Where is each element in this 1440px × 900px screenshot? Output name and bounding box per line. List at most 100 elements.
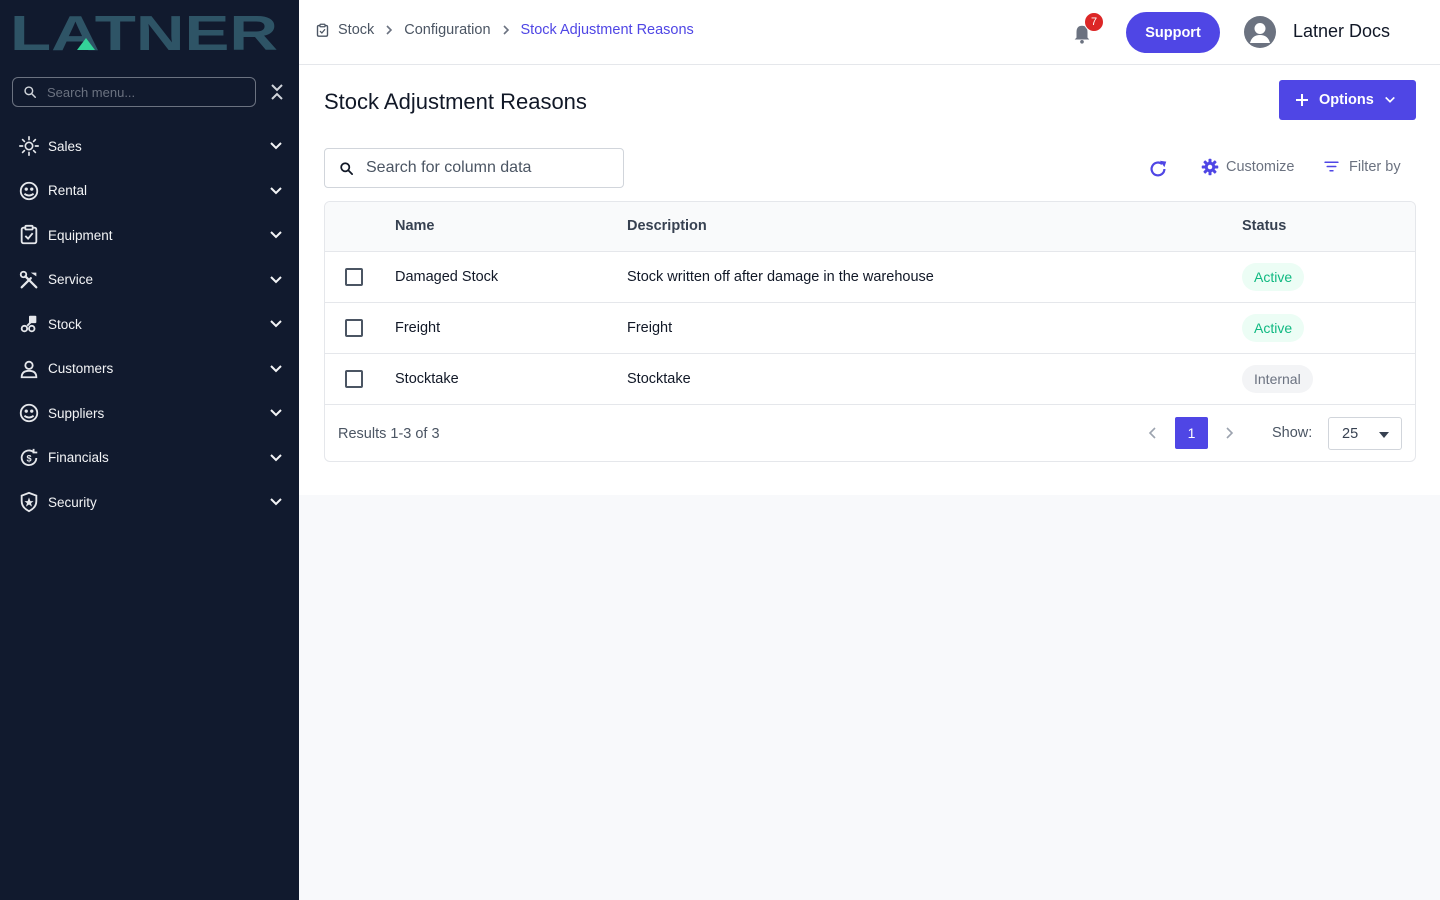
table-footer: Results 1-3 of 3 1 Show: 25 (325, 405, 1415, 461)
table-header: Name Description Status (325, 202, 1415, 252)
options-label: Options (1319, 92, 1374, 108)
chevron-down-icon (270, 498, 282, 506)
table-row[interactable]: Damaged Stock Stock written off after da… (325, 252, 1415, 303)
user-name[interactable]: Latner Docs (1293, 21, 1390, 42)
logo-text: LATNER (10, 10, 278, 54)
sidebar-item-label: Sales (48, 138, 82, 154)
chevron-down-icon (270, 276, 282, 284)
table-row[interactable]: Stocktake Stocktake Internal (325, 354, 1415, 405)
sidebar-item-label: Equipment (48, 227, 113, 243)
menu-search (12, 77, 256, 107)
sidebar-item-label: Financials (48, 450, 109, 466)
cell-name: Damaged Stock (395, 269, 499, 285)
sidebar-item-label: Rental (48, 183, 88, 199)
page-size-select[interactable]: 25 (1328, 417, 1402, 450)
sidebar-item-sales[interactable]: Sales (0, 124, 299, 169)
sidebar-item-label: Suppliers (48, 405, 105, 421)
sidebar: LATNER Sales Rental Equipment Service (0, 0, 299, 900)
row-checkbox[interactable] (345, 268, 363, 286)
cell-name: Stocktake (395, 371, 459, 387)
status-badge: Active (1242, 263, 1305, 291)
plus-icon (1296, 94, 1308, 106)
sidebar-item-suppliers[interactable]: Suppliers (0, 391, 299, 436)
filter-icon (1324, 161, 1339, 172)
status-badge: Active (1242, 314, 1305, 342)
chevron-down-icon (270, 454, 282, 462)
page-number-button[interactable]: 1 (1175, 417, 1208, 449)
sidebar-item-financials[interactable]: $ Financials (0, 436, 299, 481)
sidebar-item-equipment[interactable]: Equipment (0, 213, 299, 258)
menu-search-input[interactable] (47, 84, 237, 100)
gear-icon (1201, 158, 1219, 176)
data-table: Name Description Status Damaged Stock St… (324, 201, 1416, 462)
notification-count-badge: 7 (1084, 12, 1104, 32)
rental-icon (18, 180, 40, 202)
latner-logo[interactable]: LATNER (10, 10, 280, 54)
topbar: Stock Configuration Stock Adjustment Rea… (299, 0, 1440, 65)
chevron-down-icon (270, 231, 282, 239)
breadcrumb-stock[interactable]: Stock (338, 22, 374, 38)
options-button[interactable]: Options (1279, 80, 1416, 120)
page-title: Stock Adjustment Reasons (324, 89, 587, 114)
suppliers-icon (18, 402, 40, 424)
chevron-down-icon (270, 409, 282, 417)
show-label: Show: (1272, 425, 1313, 441)
clipboard-icon (316, 23, 329, 37)
search-icon (24, 86, 36, 98)
column-search (324, 148, 624, 188)
row-checkbox[interactable] (345, 319, 363, 337)
caret-down-icon (1379, 432, 1389, 438)
breadcrumb-configuration[interactable]: Configuration (404, 22, 490, 38)
status-badge: Internal (1242, 365, 1313, 393)
sidebar-item-label: Stock (48, 316, 82, 332)
chevron-down-icon (270, 187, 282, 195)
column-header-description[interactable]: Description (627, 218, 707, 234)
row-checkbox[interactable] (345, 370, 363, 388)
service-icon (18, 269, 40, 291)
breadcrumb: Stock Configuration Stock Adjustment Rea… (315, 22, 694, 38)
table-row[interactable]: Freight Freight Active (325, 303, 1415, 354)
chevron-right-icon (386, 25, 393, 35)
column-search-input[interactable] (366, 159, 606, 177)
customers-icon (18, 358, 40, 380)
security-icon (18, 491, 40, 513)
cell-description: Stocktake (627, 371, 691, 387)
page-size-value: 25 (1342, 425, 1359, 442)
customize-button[interactable]: Customize (1201, 158, 1295, 176)
chevron-down-icon (1384, 96, 1395, 103)
sidebar-item-security[interactable]: Security (0, 480, 299, 525)
results-count: Results 1-3 of 3 (338, 426, 440, 442)
search-icon (340, 161, 353, 175)
filter-by-label: Filter by (1349, 158, 1401, 175)
chevron-right-icon[interactable] (1221, 425, 1237, 441)
sidebar-item-label: Security (48, 494, 97, 510)
sidebar-item-stock[interactable]: Stock (0, 302, 299, 347)
sales-icon (18, 135, 40, 157)
stock-icon (18, 313, 40, 335)
svg-text:$: $ (26, 453, 31, 463)
cell-description: Freight (627, 320, 673, 336)
avatar[interactable] (1244, 16, 1276, 48)
filter-by-button[interactable]: Filter by (1323, 158, 1401, 175)
main-content: Stock Adjustment Reasons Options Customi… (299, 65, 1440, 495)
column-header-status[interactable]: Status (1242, 218, 1286, 234)
equipment-icon (18, 224, 40, 246)
financials-icon: $ (18, 447, 40, 469)
sidebar-nav: Sales Rental Equipment Service Stock Cus… (0, 124, 299, 525)
breadcrumb-current[interactable]: Stock Adjustment Reasons (521, 22, 694, 38)
sidebar-item-label: Customers (48, 361, 114, 377)
chevron-down-icon (270, 320, 282, 328)
refresh-icon[interactable] (1147, 158, 1169, 180)
cell-description: Stock written off after damage in the wa… (627, 269, 934, 285)
cell-name: Freight (395, 320, 441, 336)
chevron-left-icon[interactable] (1145, 425, 1161, 441)
user-avatar-icon (1250, 23, 1270, 43)
sidebar-item-customers[interactable]: Customers (0, 347, 299, 392)
column-header-name[interactable]: Name (395, 218, 435, 234)
support-button[interactable]: Support (1126, 12, 1220, 53)
chevron-down-icon (270, 142, 282, 150)
sidebar-item-rental[interactable]: Rental (0, 169, 299, 214)
sidebar-item-service[interactable]: Service (0, 258, 299, 303)
collapse-sidebar-icon[interactable] (268, 82, 286, 102)
chevron-right-icon (502, 25, 509, 35)
